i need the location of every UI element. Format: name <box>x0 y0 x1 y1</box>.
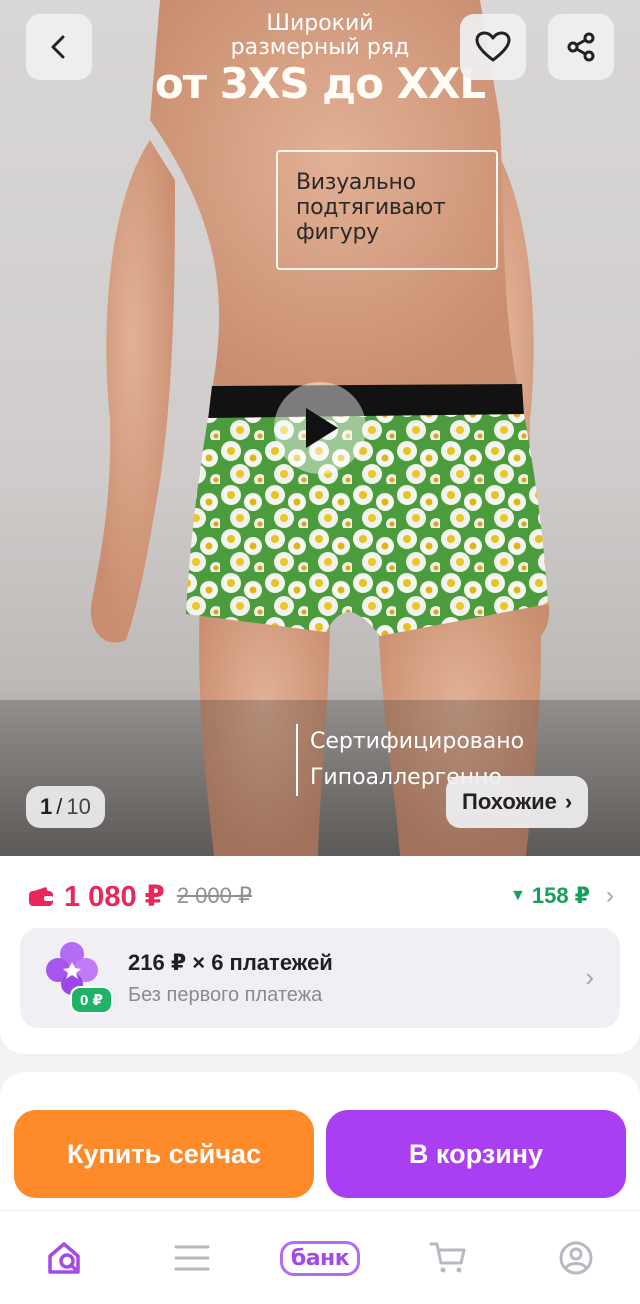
price-old: 2 000 ₽ <box>176 883 252 908</box>
chevron-left-icon <box>51 35 65 59</box>
gallery-counter: 1 / 10 <box>26 786 105 828</box>
promo-line-2: размерный ряд <box>230 35 410 60</box>
share-button[interactable] <box>548 14 614 80</box>
heart-icon <box>475 31 511 62</box>
nav-catalog[interactable] <box>162 1233 222 1283</box>
cart-icon <box>429 1242 466 1273</box>
counter-separator: / <box>56 794 63 819</box>
similar-button[interactable]: Похожие › <box>446 776 589 828</box>
visual-line-3: фигуру <box>296 220 379 245</box>
profile-icon <box>559 1241 593 1275</box>
similar-label: Похожие <box>462 789 557 814</box>
visual-line-2: подтягивают <box>296 195 446 220</box>
promo-visual-box: Визуально подтягивают фигуру <box>276 150 498 270</box>
promo-line-1: Широкий <box>266 11 374 36</box>
split-payment-card[interactable]: 0 ₽ 216 ₽ × 6 платежей Без первого плате… <box>20 928 620 1028</box>
price-current: 1 080 ₽ <box>64 880 165 913</box>
add-to-cart-button[interactable]: В корзину <box>326 1110 626 1198</box>
chevron-right-icon: › <box>564 789 573 814</box>
price-row: 1 080 ₽ 2 000 ₽ <box>28 876 252 916</box>
wallet-icon <box>29 887 53 906</box>
cashback-value: 158 ₽ <box>531 883 590 908</box>
menu-icon <box>174 1245 210 1271</box>
favorite-button[interactable] <box>460 14 526 80</box>
promo-size-range-big: от 3XS до XXL <box>154 59 486 108</box>
cashback-link[interactable]: ▼ 158 ₽ › <box>510 876 614 916</box>
split-subtitle: Без первого платежа <box>128 984 323 1006</box>
chevron-right-icon: › <box>585 962 594 992</box>
nav-home[interactable] <box>36 1233 96 1283</box>
share-icon <box>567 32 595 62</box>
nav-cart[interactable] <box>418 1233 478 1283</box>
down-arrow-icon: ▼ <box>510 887 526 904</box>
nav-bank[interactable]: банк <box>276 1233 364 1283</box>
visual-line-1: Визуально <box>296 170 416 195</box>
product-gallery[interactable]: Широкий размерный ряд от 3XS до XXL Визу… <box>0 0 640 856</box>
back-button[interactable] <box>26 14 92 80</box>
nav-profile[interactable] <box>546 1233 606 1283</box>
cert-line-1: Сертифицировано <box>310 729 525 754</box>
home-search-icon <box>48 1242 80 1274</box>
bottom-nav: банк <box>0 1210 640 1304</box>
chevron-right-icon: › <box>606 882 614 909</box>
zero-badge: 0 ₽ <box>70 986 113 1014</box>
counter-total: 10 <box>66 794 91 819</box>
promo-size-range: Широкий размерный ряд от 3XS до XXL <box>0 12 640 108</box>
counter-current: 1 <box>40 794 53 819</box>
split-title: 216 ₽ × 6 платежей <box>128 950 333 975</box>
play-icon <box>306 408 338 448</box>
bank-icon: банк <box>279 1240 361 1276</box>
play-video-button[interactable] <box>274 382 366 474</box>
buy-now-button[interactable]: Купить сейчас <box>14 1110 314 1198</box>
